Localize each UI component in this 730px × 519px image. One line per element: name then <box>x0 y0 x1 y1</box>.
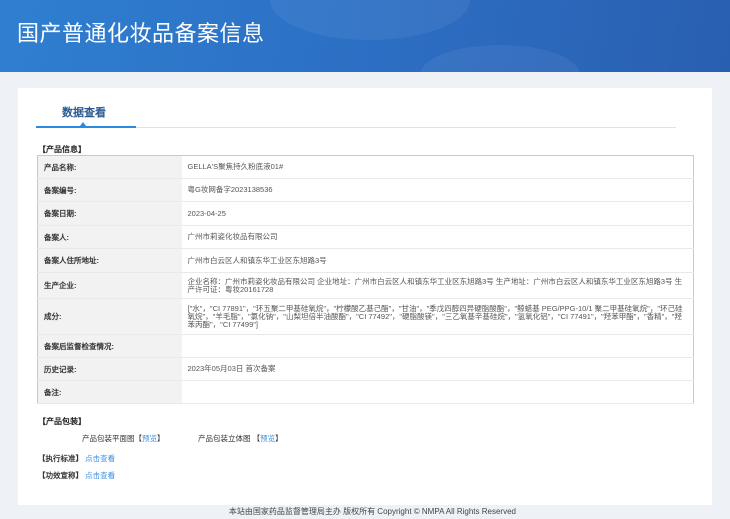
footer-copyright: 本站由国家药品监督管理局主办 版权所有 Copyright © NMPA All… <box>0 505 730 519</box>
standard-label: 【执行标准】 <box>38 454 83 463</box>
row-label: 备案日期: <box>37 201 182 226</box>
row-value: 企业名称：广州市莉姿化妆品有限公司 企业地址：广州市白云区人和镇东华工业区东旭路… <box>181 272 694 299</box>
row-label: 备案编号: <box>37 178 182 202</box>
content-card: 数据查看 【产品信息】 产品名称: GELLA'S聚焦持久粉底液01# 备案编号:… <box>18 88 712 505</box>
row-label: 备案人: <box>37 225 182 249</box>
standard-view-link[interactable]: 点击查看 <box>85 454 115 463</box>
row-label: 生产企业: <box>37 272 182 299</box>
tab-arrow-icon <box>80 122 86 126</box>
bracket: 】 <box>275 434 283 443</box>
row-label: 备注: <box>37 380 182 404</box>
page-title: 国产普通化妆品备案信息 <box>17 21 265 46</box>
table-row: 备案后监督检查情况: <box>37 334 694 358</box>
efficacy-row: 【功效宣称】 点击查看 <box>38 470 115 481</box>
table-row: 备案日期: 2023-04-25 <box>37 201 694 226</box>
packaging-solid: 产品包装立体图 【预览】 <box>198 433 283 444</box>
standard-row: 【执行标准】 点击查看 <box>38 453 115 464</box>
row-value: ["水"，"CI 77891"，"环五聚二甲基硅氧烷"，"柠檬酸乙基己酯"，"甘… <box>181 298 694 335</box>
page-header: 国产普通化妆品备案信息 <box>0 0 730 72</box>
table-row: 历史记录: 2023年05月03日 首次备案 <box>37 357 694 381</box>
header-decoration <box>270 0 470 40</box>
row-label: 产品名称: <box>37 155 182 179</box>
packaging-flat: 产品包装平面图【预览】 <box>82 433 165 444</box>
table-row: 成分: ["水"，"CI 77891"，"环五聚二甲基硅氧烷"，"柠檬酸乙基己酯"… <box>37 298 694 335</box>
row-value: GELLA'S聚焦持久粉底液01# <box>181 155 694 179</box>
tab-active-indicator <box>36 126 136 128</box>
table-row: 备注: <box>37 380 694 404</box>
table-row: 生产企业: 企业名称：广州市莉姿化妆品有限公司 企业地址：广州市白云区人和镇东华工… <box>37 272 694 299</box>
row-value: 2023-04-25 <box>181 201 694 226</box>
table-row: 备案人住所地址: 广州市白云区人和镇东华工业区东旭路3号 <box>37 248 694 273</box>
row-label: 备案人住所地址: <box>37 248 182 273</box>
row-value: 广州市莉姿化妆品有限公司 <box>181 225 694 249</box>
table-row: 备案人: 广州市莉姿化妆品有限公司 <box>37 225 694 249</box>
product-info-heading: 【产品信息】 <box>38 145 86 154</box>
row-value: 粤G妆网备字2023138536 <box>181 178 694 202</box>
packaging-solid-preview-link[interactable]: 预览 <box>260 434 275 443</box>
row-value <box>181 380 694 404</box>
efficacy-view-link[interactable]: 点击查看 <box>85 471 115 480</box>
packaging-flat-preview-link[interactable]: 预览 <box>142 434 157 443</box>
bracket: 【 <box>134 434 143 443</box>
row-value: 广州市白云区人和镇东华工业区东旭路3号 <box>181 248 694 273</box>
tab-data-view[interactable]: 数据查看 <box>62 104 106 120</box>
product-info-table: 产品名称: GELLA'S聚焦持久粉底液01# 备案编号: 粤G妆网备字202313… <box>37 155 694 404</box>
packaging-heading: 【产品包装】 <box>38 417 86 426</box>
bracket: 】 <box>157 434 165 443</box>
row-label: 成分: <box>37 298 182 335</box>
row-label: 历史记录: <box>37 357 182 381</box>
row-label: 备案后监督检查情况: <box>37 334 182 358</box>
bracket: 【 <box>252 434 261 443</box>
packaging-flat-label: 产品包装平面图 <box>82 434 135 443</box>
table-row: 产品名称: GELLA'S聚焦持久粉底液01# <box>37 155 694 179</box>
header-decoration <box>420 45 580 72</box>
row-value: 2023年05月03日 首次备案 <box>181 357 694 381</box>
row-value <box>181 334 694 358</box>
efficacy-label: 【功效宣称】 <box>38 471 83 480</box>
table-row: 备案编号: 粤G妆网备字2023138536 <box>37 178 694 202</box>
packaging-solid-label: 产品包装立体图 <box>198 434 251 443</box>
